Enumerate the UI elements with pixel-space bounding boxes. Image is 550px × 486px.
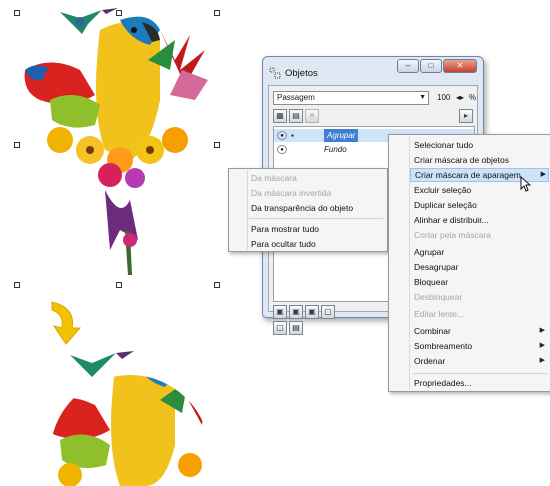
selection-handle-top-left[interactable] [14,10,20,16]
selection-handle-middle-right[interactable] [214,142,220,148]
docker-options-button[interactable]: ▸ [459,109,473,123]
bottom-tool-2-button[interactable]: ▣ [289,305,303,319]
menu-item-unlock: Desbloquear [414,292,463,302]
curved-down-arrow-icon [51,301,82,345]
page-select-dropdown[interactable]: Passagem ▼ [273,91,429,105]
menu-item-label: Ordenar [414,356,446,366]
menu-item-properties[interactable]: Propriedades... [414,376,547,390]
menu-item-create-object-mask[interactable]: Criar máscara de objetos [414,153,547,167]
chevron-right-icon: ▶ [540,171,546,178]
parrot-bouquet-artwork [24,8,208,275]
chevron-right-icon: ▶ [539,327,545,334]
menu-item-label: Criar máscara de aparagem [415,170,521,180]
menu-item-select-all[interactable]: Selecionar tudo [414,138,547,152]
window-title-bar[interactable]: Objetos [269,65,318,81]
menu-separator [249,218,383,219]
chevron-right-icon: ▶ [539,342,545,349]
bottom-tool-6-button[interactable]: ▤ [289,321,303,335]
menu-item-lock[interactable]: Bloquear [414,275,547,289]
selection-handle-middle-left[interactable] [14,142,20,148]
mouse-pointer-icon [520,176,531,192]
bottom-tool-3-button[interactable]: ▣ [305,305,319,319]
layer-manager-button[interactable]: ▦ [273,109,287,123]
maximize-button[interactable]: □ [420,59,442,73]
menu-item-combine[interactable]: Combinar ▶ [414,324,547,338]
clipped-parrot-artwork [50,351,210,486]
new-layer-button[interactable]: ▤ [289,109,303,123]
bottom-tool-4-button[interactable]: ▢ [321,305,335,319]
hummingbird-image [70,351,134,377]
eye-icon[interactable]: ● [277,145,287,154]
delete-layer-button[interactable]: ✕ [305,109,319,123]
menu-item-shadow[interactable]: Sombreamento ▶ [414,339,547,353]
menu-item-cut-by-mask: Cortar pela máscara [414,230,492,240]
menu-item-align-distribute[interactable]: Alinhar e distribuir... [414,213,547,227]
selection-handle-bottom-left[interactable] [14,282,20,288]
layer-name[interactable]: Fundo [324,143,347,156]
menu-item-label: Combinar [414,326,451,336]
selection-handle-top-middle[interactable] [116,10,122,16]
menu-item-ungroup[interactable]: Desagrupar [414,260,547,274]
menu-item-edit-lens: Editar lente... [414,309,465,319]
opacity-stepper-icon[interactable]: ◂▸ [456,91,464,105]
eye-icon[interactable]: ● [277,131,287,140]
menu-separator [413,373,547,374]
bottom-tool-1-button[interactable]: ▣ [273,305,287,319]
submenu-item: Da máscara invertida [251,188,332,198]
selection-handle-bottom-right[interactable] [214,282,220,288]
expand-toggle-icon[interactable]: ▪ [291,129,294,142]
window-title: Objetos [285,67,318,79]
submenu-item[interactable]: Para mostrar tudo [251,222,383,236]
submenu-item: Da máscara [251,173,297,183]
layer-name[interactable]: Agrupar [324,129,359,142]
percent-label: % [469,93,477,102]
submenu-item[interactable]: Da transparência do objeto [251,201,383,215]
context-menu[interactable]: Selecionar tudo Criar máscara de objetos… [388,134,550,392]
page-select-value: Passagem [277,93,315,102]
menu-item-label: Sombreamento [414,341,473,351]
clip-mask-submenu[interactable]: Da máscara Da máscara invertida Da trans… [228,168,388,252]
selection-handle-bottom-middle[interactable] [116,282,122,288]
bottom-tool-5-button[interactable]: ▢ [273,321,287,335]
minimize-button[interactable]: – [397,59,419,73]
menu-item-duplicate-selection[interactable]: Duplicar seleção [414,198,547,212]
chevron-down-icon: ▼ [419,94,426,101]
objects-docker-icon [269,67,281,79]
opacity-value[interactable]: 100 [437,91,450,105]
menu-item-group[interactable]: Agrupar [414,245,547,259]
menu-item-order[interactable]: Ordenar ▶ [414,354,547,368]
chevron-right-icon: ▶ [539,357,545,364]
selection-handle-top-right[interactable] [214,10,220,16]
submenu-item[interactable]: Para ocultar tudo [251,237,383,251]
close-button[interactable]: ✕ [443,59,477,73]
